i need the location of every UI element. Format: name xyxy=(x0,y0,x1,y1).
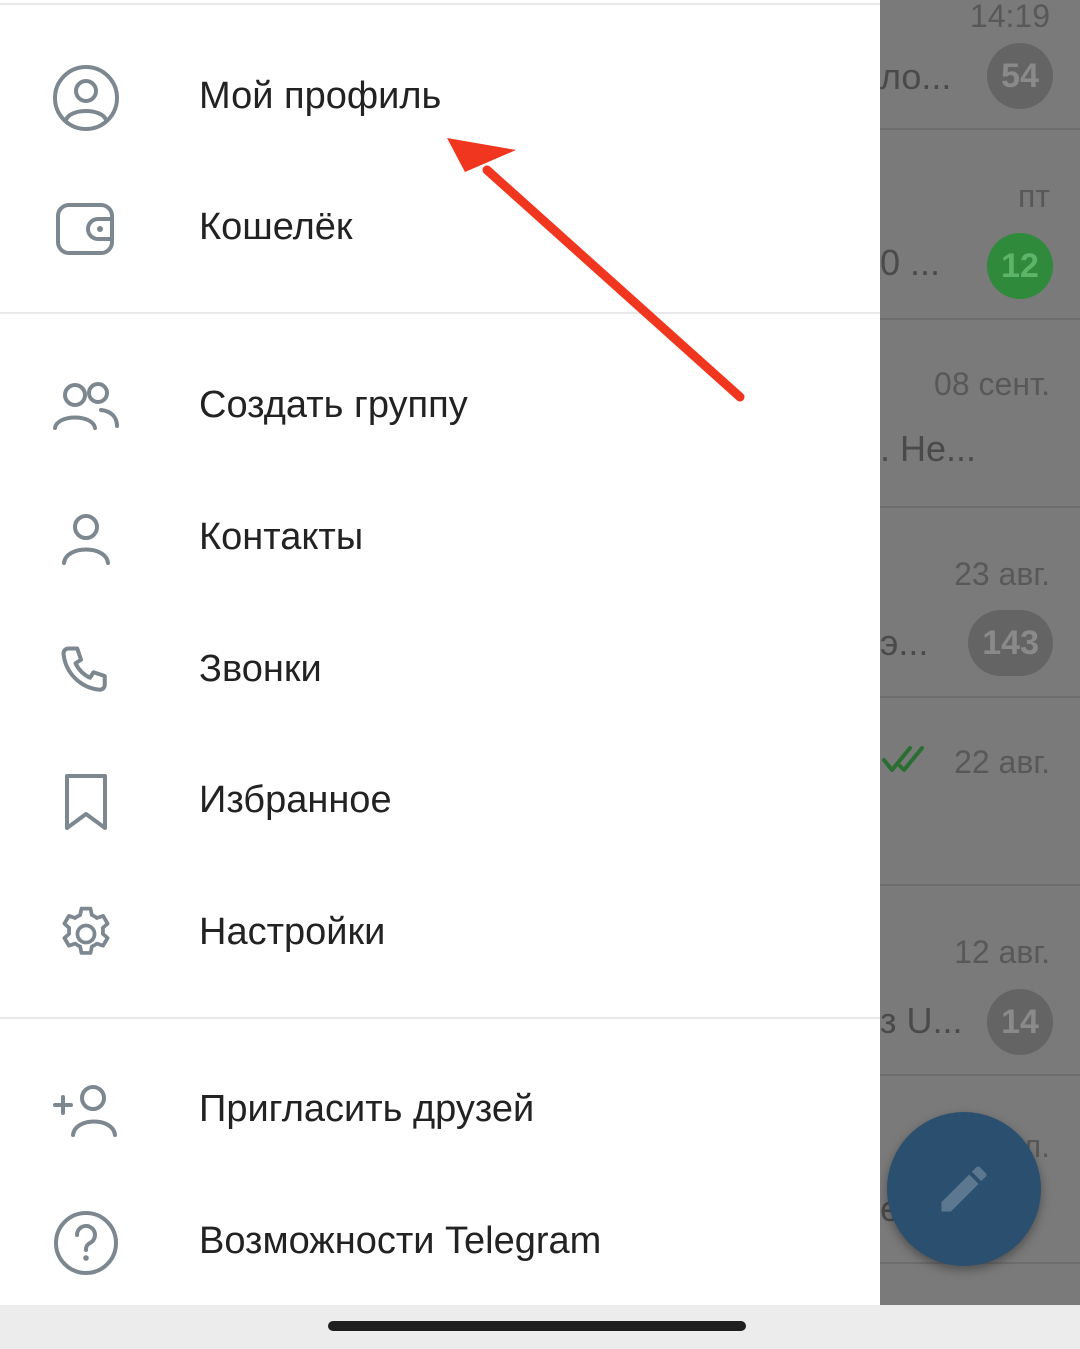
divider xyxy=(880,884,1080,886)
system-navigation-bar xyxy=(0,1305,1080,1349)
menu-item-label: Кошелёк xyxy=(199,206,353,248)
phone-icon xyxy=(50,635,122,707)
unread-badge: 14 xyxy=(987,989,1053,1055)
menu-item-label: Настройки xyxy=(199,911,386,953)
chat-row[interactable]: 22 авг. xyxy=(880,698,1080,886)
profile-circle-icon xyxy=(50,62,122,134)
chat-time: 14:19 xyxy=(969,0,1050,34)
gear-icon xyxy=(50,898,122,970)
chat-time: 12 авг. xyxy=(954,934,1050,970)
chat-row[interactable]: 23 авг. э... 143 xyxy=(880,510,1080,698)
unread-badge: 143 xyxy=(968,610,1053,676)
divider xyxy=(0,312,880,314)
menu-item-label: Возможности Telegram xyxy=(199,1220,602,1262)
double-check-icon xyxy=(882,746,924,772)
chat-row[interactable]: 14:19 ло... 54 xyxy=(880,0,1080,130)
chat-row[interactable]: 12 авг. з U... 14 xyxy=(880,888,1080,1076)
divider xyxy=(880,128,1080,130)
chat-snippet: . Не... xyxy=(880,428,977,469)
chat-time: пт xyxy=(1018,178,1050,214)
chat-time: 23 авг. xyxy=(954,556,1050,592)
menu-item-calls[interactable]: Звонки xyxy=(0,609,880,729)
menu-item-label: Контакты xyxy=(199,516,364,558)
navigation-drawer: Мой профиль Кошелёк Создать группу Конта… xyxy=(0,0,880,1305)
compose-button[interactable] xyxy=(887,1112,1041,1266)
menu-item-telegram-features[interactable]: Возможности Telegram xyxy=(0,1181,880,1301)
menu-item-label: Звонки xyxy=(199,648,322,690)
divider xyxy=(880,506,1080,508)
home-indicator[interactable] xyxy=(328,1321,746,1331)
chat-time: 22 авг. xyxy=(954,744,1050,780)
menu-item-contacts[interactable]: Контакты xyxy=(0,477,880,597)
chat-list-background: 14:19 ло... 54 пт 0 ... 12 08 сент. . Не… xyxy=(880,0,1080,1305)
chat-snippet: 0 ... xyxy=(880,242,941,283)
chat-snippet: ло... xyxy=(880,56,952,97)
chat-time: 08 сент. xyxy=(934,366,1050,402)
menu-item-settings[interactable]: Настройки xyxy=(0,872,880,992)
pencil-icon xyxy=(941,1166,987,1212)
group-icon xyxy=(50,371,122,443)
unread-badge: 54 xyxy=(987,43,1053,109)
menu-item-label: Пригласить друзей xyxy=(199,1088,535,1130)
chat-row[interactable]: пт 0 ... 12 xyxy=(880,132,1080,320)
menu-item-create-group[interactable]: Создать группу xyxy=(0,345,880,465)
menu-item-label: Избранное xyxy=(199,779,392,821)
add-user-icon xyxy=(50,1075,122,1147)
menu-item-wallet[interactable]: Кошелёк xyxy=(0,167,880,287)
divider xyxy=(0,3,880,5)
chat-snippet: з U... xyxy=(880,1000,963,1041)
bookmark-icon xyxy=(50,766,122,838)
wallet-icon xyxy=(50,193,122,265)
menu-item-invite-friends[interactable]: Пригласить друзей xyxy=(0,1049,880,1169)
chat-row[interactable]: 08 сент. . Не... xyxy=(880,320,1080,508)
menu-item-saved[interactable]: Избранное xyxy=(0,740,880,860)
menu-item-label: Создать группу xyxy=(199,384,468,426)
help-icon xyxy=(50,1207,122,1279)
menu-item-label: Мой профиль xyxy=(199,75,442,117)
divider xyxy=(0,1017,880,1019)
chat-snippet: э... xyxy=(880,622,929,663)
contact-icon xyxy=(50,503,122,575)
unread-badge: 12 xyxy=(987,233,1053,299)
menu-item-my-profile[interactable]: Мой профиль xyxy=(0,36,880,156)
